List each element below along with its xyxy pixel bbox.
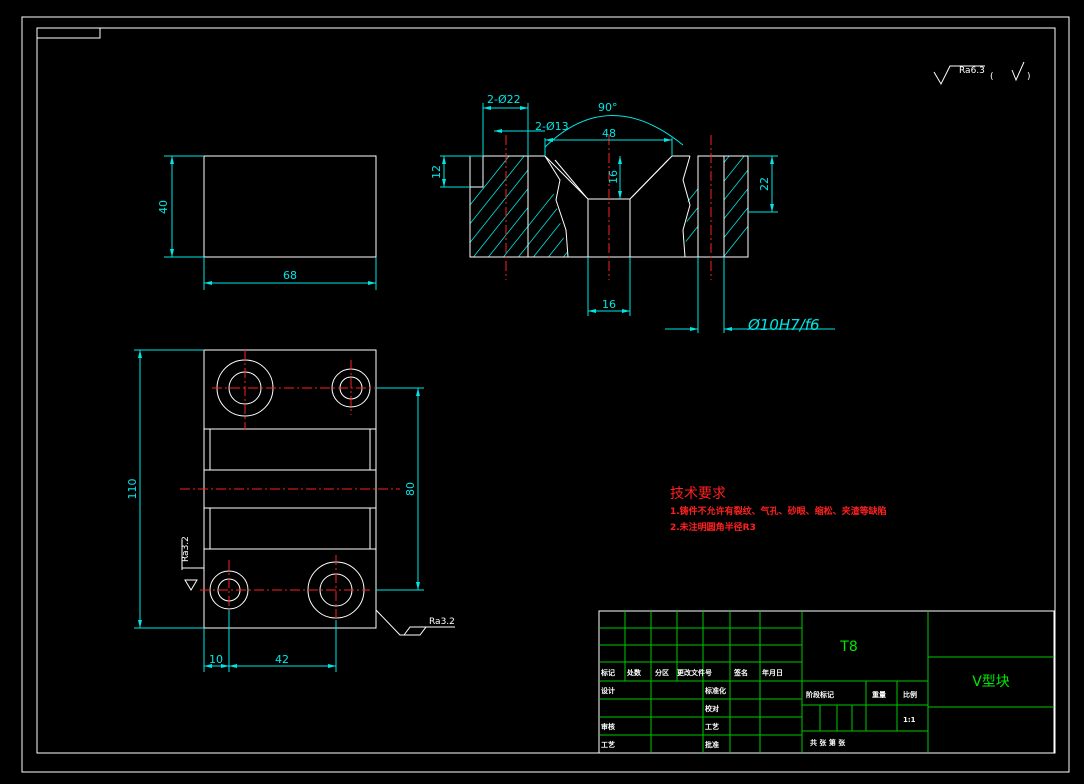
tb-process: 工艺 xyxy=(705,722,719,731)
tb-date: 年月日 xyxy=(762,668,783,677)
tb-standardization: 标准化 xyxy=(704,686,726,695)
roughness-general: Ra6.3 xyxy=(959,66,985,76)
inner-frame xyxy=(36,27,1056,754)
front-view-outline xyxy=(203,155,377,258)
dim-shaft-fit: Ø10H7/f6 xyxy=(747,316,820,334)
section-view: 16 Ø10H7/f6 2-Ø22 2-Ø13 48 90° 12 16 22 xyxy=(430,93,835,334)
tb-change-doc: 更改文件号 xyxy=(677,668,712,677)
dim-v-width: 48 xyxy=(602,127,616,140)
cad-drawing: 40 68 16 Ø10H7/f6 2-Ø22 2-Ø13 48 90° 12 … xyxy=(21,16,1070,773)
dim-total-height: 22 xyxy=(758,177,771,191)
dim-top-height: 110 xyxy=(126,479,139,500)
tb-material: T8 xyxy=(839,639,857,655)
tb-stage-mark: 阶段标记 xyxy=(806,690,834,699)
dim-front-height: 40 xyxy=(157,200,170,214)
tb-craft: 工艺 xyxy=(601,740,615,749)
tb-scale-value: 1:1 xyxy=(903,716,916,724)
tb-approve: 批准 xyxy=(705,740,719,749)
dim-hole-big: 2-Ø22 xyxy=(487,93,521,106)
front-view: 40 68 xyxy=(157,155,377,290)
svg-text:): ) xyxy=(1027,72,1031,82)
dim-counterbore-depth: 12 xyxy=(430,165,443,179)
tech-req-title: 技术要求 xyxy=(670,486,726,502)
tb-proofread: 校对 xyxy=(705,704,719,713)
tb-mark: 标记 xyxy=(600,668,615,677)
tb-zone: 分区 xyxy=(655,668,669,677)
dim-hole-spacing-v: 80 xyxy=(404,482,417,496)
tb-review: 审核 xyxy=(601,722,615,731)
top-view: 110 80 10 42 Ra3.2 Ra3.2 xyxy=(126,349,455,672)
dim-v-depth: 16 xyxy=(607,170,620,184)
dim-slot-width: 16 xyxy=(602,298,616,311)
title-block: 标记 处数 分区 更改文件号 签名 年月日 设计 标准化 校对 审核 工艺 工艺… xyxy=(598,610,1055,754)
tech-req-item-2: 2.未注明圆角半径R3 xyxy=(670,521,756,533)
dim-edge-offset: 10 xyxy=(209,653,223,666)
tb-weight: 重量 xyxy=(872,690,886,699)
technical-requirements: 技术要求 1.铸件不允许有裂纹、气孔、砂眼、缩松、夹渣等缺陷 2.未注明圆角半径… xyxy=(670,486,887,533)
roughness-bottom: Ra3.2 xyxy=(429,617,455,627)
dim-v-angle: 90° xyxy=(598,101,618,114)
dim-hole-small: 2-Ø13 xyxy=(535,120,569,133)
tb-part-name: V型块 xyxy=(972,674,1010,690)
tb-design: 设计 xyxy=(601,686,615,695)
tb-count: 处数 xyxy=(626,668,642,677)
general-roughness-symbol: Ra6.3 ( ) xyxy=(933,61,1031,86)
dim-front-width: 68 xyxy=(283,269,297,282)
roughness-side: Ra3.2 xyxy=(181,536,191,562)
svg-text:(: ( xyxy=(990,72,994,82)
corner-tag xyxy=(36,27,101,39)
tech-req-item-1: 1.铸件不允许有裂纹、气孔、砂眼、缩松、夹渣等缺陷 xyxy=(670,505,887,517)
tb-ratio: 比例 xyxy=(903,690,917,699)
dim-hole-spacing-h: 42 xyxy=(275,653,289,666)
tb-sheet-info: 共 张 第 张 xyxy=(810,738,846,747)
tb-signature: 签名 xyxy=(733,668,748,677)
